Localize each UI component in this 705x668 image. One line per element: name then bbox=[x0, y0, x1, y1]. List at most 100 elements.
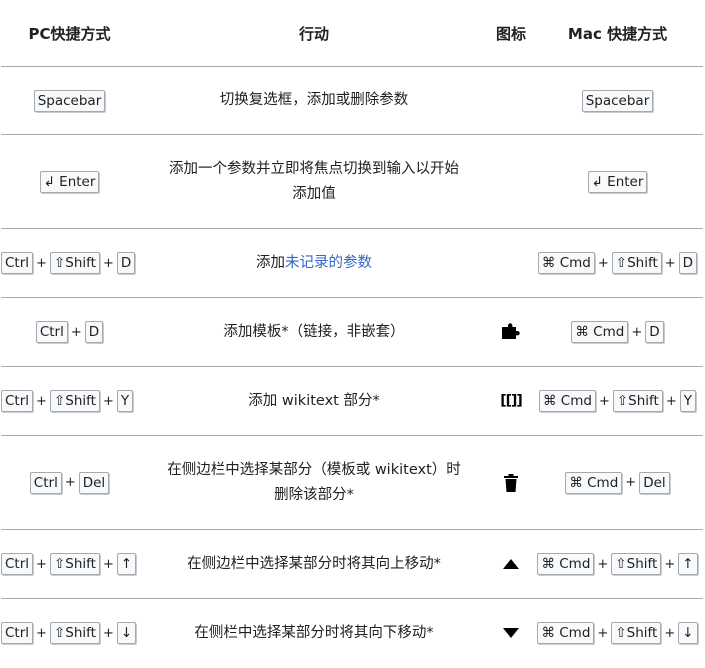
action-text: 添加模板*（链接，非嵌套） bbox=[138, 297, 490, 367]
plus-sign: + bbox=[36, 556, 47, 572]
key: Ctrl bbox=[1, 622, 34, 645]
key: D bbox=[116, 252, 136, 274]
key: ⇧Shift bbox=[611, 553, 662, 575]
plus-sign: + bbox=[664, 625, 676, 641]
key: ↑ bbox=[116, 553, 137, 575]
pc-shortcut: ↲ Enter bbox=[1, 170, 138, 193]
key: ⇧Shift bbox=[611, 622, 662, 645]
key: ↓ bbox=[116, 622, 137, 645]
key: ⇧Shift bbox=[49, 390, 100, 412]
header-icon: 图标 bbox=[490, 0, 532, 67]
key: ⌘ Cmd bbox=[537, 553, 595, 575]
pc-shortcut: Ctrl + ⇧Shift + ↓ bbox=[1, 622, 138, 645]
key: ↓ bbox=[678, 622, 698, 645]
action-prefix: 添加 bbox=[256, 254, 285, 271]
key: Del bbox=[639, 471, 670, 494]
plus-sign: + bbox=[665, 393, 677, 409]
plus-sign: + bbox=[102, 556, 114, 572]
icon-cell bbox=[490, 134, 532, 229]
pc-shortcut: Ctrl + Del bbox=[1, 471, 138, 494]
mac-shortcut: ⌘ Cmd + ⇧Shift + ↓ bbox=[532, 622, 703, 645]
key: Ctrl bbox=[1, 252, 34, 274]
mac-shortcut: ⌘ Cmd + ⇧Shift + D bbox=[532, 252, 703, 274]
key: ⇧Shift bbox=[611, 252, 662, 274]
plus-sign: + bbox=[597, 255, 609, 271]
key: ↲ Enter bbox=[39, 170, 100, 193]
wikitext-icon: [[]] bbox=[500, 393, 523, 409]
pc-shortcut: Spacebar bbox=[1, 89, 138, 112]
plus-sign: + bbox=[664, 255, 676, 271]
key: ⌘ Cmd bbox=[571, 321, 629, 343]
plus-sign: + bbox=[598, 393, 610, 409]
key: ⇧Shift bbox=[49, 252, 100, 274]
key: ↑ bbox=[678, 553, 698, 575]
key: Ctrl bbox=[29, 471, 62, 494]
action-text: 添加未记录的参数 bbox=[138, 228, 490, 298]
plus-sign: + bbox=[64, 475, 76, 490]
mac-shortcut: ⌘ Cmd + Del bbox=[532, 471, 703, 494]
table-row: Ctrl + ⇧Shift + Y 添加 wikitext 部分* [[]] ⌘ Cmd… bbox=[1, 366, 703, 436]
key: ⌘ Cmd bbox=[537, 252, 595, 274]
mac-shortcut: Spacebar bbox=[532, 89, 703, 112]
action-text: 在侧栏中选择某部分时将其向下移动* bbox=[138, 598, 490, 668]
pc-shortcut: Ctrl + ⇧Shift + Y bbox=[1, 390, 138, 412]
mac-shortcut: ↲ Enter bbox=[532, 170, 703, 193]
plus-sign: + bbox=[102, 255, 114, 271]
mac-shortcut: ⌘ Cmd + D bbox=[532, 321, 703, 343]
action-line: 添加一个参数并立即将焦点切换到输入以开始 bbox=[169, 160, 459, 177]
plus-sign: + bbox=[36, 393, 47, 409]
plus-sign: + bbox=[102, 625, 114, 641]
plus-sign: + bbox=[625, 475, 637, 490]
table-row: ↲ Enter 添加一个参数并立即将焦点切换到输入以开始 添加值 ↲ Enter bbox=[1, 134, 703, 229]
key: ⇧Shift bbox=[612, 390, 663, 412]
key: D bbox=[678, 252, 698, 274]
shortcuts-table: PC快捷方式 行动 图标 Mac 快捷方式 Spacebar 切换复选框，添加或… bbox=[1, 0, 703, 668]
key: Ctrl bbox=[1, 390, 34, 412]
plus-sign: + bbox=[102, 393, 114, 409]
mac-shortcut: ⌘ Cmd + ⇧Shift + Y bbox=[532, 390, 703, 412]
header-action: 行动 bbox=[138, 0, 490, 67]
action-line: 删除该部分* bbox=[274, 486, 354, 503]
pc-shortcut: Ctrl + ⇧Shift + ↑ bbox=[1, 553, 138, 575]
header-row: PC快捷方式 行动 图标 Mac 快捷方式 bbox=[1, 0, 703, 67]
plus-sign: + bbox=[597, 625, 609, 641]
pc-shortcut: Ctrl + ⇧Shift + D bbox=[1, 252, 138, 274]
table-row: Ctrl + Del 在侧边栏中选择某部分（模板或 wikitext）时 删除该部分*… bbox=[1, 435, 703, 530]
plus-sign: + bbox=[36, 255, 47, 271]
key: ⌘ Cmd bbox=[565, 471, 623, 494]
key: Ctrl bbox=[35, 321, 68, 343]
key: Del bbox=[78, 471, 110, 494]
key: Spacebar bbox=[33, 89, 106, 112]
table-row: Ctrl + ⇧Shift + D 添加未记录的参数 ⌘ Cmd + ⇧Shift + D bbox=[1, 228, 703, 298]
plus-sign: + bbox=[631, 324, 643, 340]
action-text: 添加一个参数并立即将焦点切换到输入以开始 添加值 bbox=[138, 134, 490, 229]
mac-shortcut: ⌘ Cmd + ⇧Shift + ↑ bbox=[532, 553, 703, 575]
table-row: Ctrl + ⇧Shift + ↑ 在侧边栏中选择某部分时将其向上移动* ⌘ Cmd + ⇧… bbox=[1, 529, 703, 599]
header-mac: Mac 快捷方式 bbox=[532, 0, 703, 67]
triangle-down-icon bbox=[490, 628, 532, 639]
key: ⌘ Cmd bbox=[539, 390, 596, 412]
plus-sign: + bbox=[70, 324, 82, 340]
table-row: Ctrl + D 添加模板*（链接，非嵌套） ⌘ Cmd + D bbox=[1, 297, 703, 367]
key: ⌘ Cmd bbox=[537, 622, 595, 645]
action-text: 切换复选框，添加或删除参数 bbox=[138, 66, 490, 135]
key: ⇧Shift bbox=[49, 553, 100, 575]
header-pc: PC快捷方式 bbox=[1, 0, 138, 67]
pc-shortcut: Ctrl + D bbox=[1, 321, 138, 343]
key: Ctrl bbox=[1, 553, 34, 575]
icon-cell bbox=[490, 66, 532, 135]
trash-icon bbox=[490, 473, 532, 492]
plus-sign: + bbox=[597, 556, 609, 572]
key: D bbox=[84, 321, 104, 343]
key: D bbox=[645, 321, 664, 343]
table-row: Spacebar 切换复选框，添加或删除参数 Spacebar bbox=[1, 66, 703, 135]
action-text: 在侧边栏中选择某部分时将其向上移动* bbox=[138, 529, 490, 599]
icon-cell bbox=[490, 228, 532, 298]
key: ↲ Enter bbox=[587, 170, 648, 193]
plus-sign: + bbox=[664, 556, 676, 572]
action-text: 添加 wikitext 部分* bbox=[138, 366, 490, 436]
undocumented-params-link[interactable]: 未记录的参数 bbox=[285, 255, 372, 271]
key: Spacebar bbox=[581, 89, 654, 112]
key: ⇧Shift bbox=[49, 622, 100, 645]
key: Y bbox=[679, 390, 696, 412]
